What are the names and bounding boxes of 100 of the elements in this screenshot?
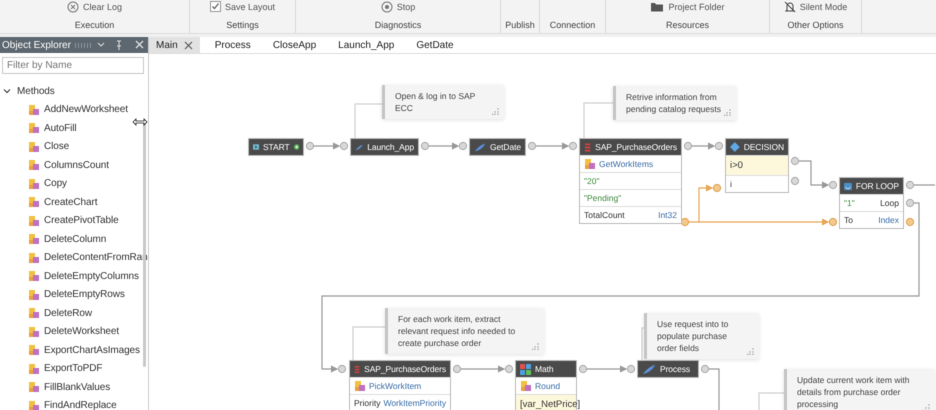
- diamond-icon: [730, 141, 740, 153]
- port-icon[interactable]: [712, 184, 722, 192]
- ribbon-button[interactable]: Clear Log: [64, 0, 124, 13]
- resize-grip-icon: [923, 404, 930, 410]
- row-text: "20": [584, 176, 600, 186]
- tree-item[interactable]: DeleteRow: [0, 304, 148, 322]
- row-text: TotalCount: [584, 210, 625, 220]
- port-icon[interactable]: [338, 364, 346, 374]
- tab[interactable]: Launch_App: [331, 37, 402, 53]
- tree-item[interactable]: ColumnsCount: [0, 156, 148, 174]
- tree-item[interactable]: DeleteContentFromRan: [0, 248, 148, 267]
- tree-item[interactable]: AutoFill: [0, 119, 148, 138]
- filter-field[interactable]: Filter by Name: [2, 57, 144, 74]
- comment-card[interactable]: Open & log in to SAP ECC: [382, 85, 504, 119]
- port-icon[interactable]: [828, 180, 838, 190]
- port-icon[interactable]: [568, 142, 578, 150]
- tree-item[interactable]: DeleteEmptyRows: [0, 286, 148, 304]
- row-text: WorkItemPriority: [383, 398, 446, 408]
- node-card[interactable]: SAP_PurchaseOrders GetWorkItems "20" "Pending" TotalCount Int32: [579, 138, 682, 224]
- tab[interactable]: Main: [149, 37, 200, 53]
- node-card[interactable]: Math Round [var_NetPrice]: [515, 360, 577, 410]
- node-header[interactable]: START: [249, 139, 303, 155]
- port-icon[interactable]: [684, 142, 692, 150]
- tree-item[interactable]: Copy: [0, 174, 148, 193]
- comment-text: For each work item, extract relevant request info needed to create purchase order: [398, 313, 516, 349]
- ribbon-button[interactable]: Stop: [378, 0, 418, 13]
- node-title: SAP_PurchaseOrders: [364, 364, 446, 374]
- comment-card[interactable]: Use request into to populate purchase order fields: [644, 313, 759, 359]
- method-icon: [28, 140, 40, 153]
- method-icon: [28, 214, 40, 227]
- port-icon[interactable]: [340, 142, 348, 150]
- tab[interactable]: Process: [208, 37, 258, 53]
- port-icon[interactable]: [790, 156, 800, 166]
- row-text: "Pending": [584, 193, 622, 203]
- tree-item[interactable]: CreatePivotTable: [0, 212, 148, 230]
- add-icon: [294, 142, 299, 152]
- node-card[interactable]: DECISION i>0 i: [725, 138, 789, 193]
- port-icon[interactable]: [306, 142, 314, 150]
- comment-card[interactable]: Retrive information from pending catalog requests: [613, 86, 736, 120]
- tree-item[interactable]: AddNewWorksheet: [0, 100, 148, 119]
- node-title: FOR LOOP: [856, 181, 899, 191]
- leader-line: [583, 102, 613, 138]
- method-icon: [28, 362, 40, 375]
- ribbon-button[interactable]: Silent Mode: [782, 0, 850, 13]
- port-icon[interactable]: [828, 218, 838, 226]
- tree-item[interactable]: CreateChart: [0, 193, 148, 212]
- comment-text: Open & log in to SAP ECC: [395, 90, 476, 114]
- node-header[interactable]: Launch_App: [351, 139, 418, 155]
- comment-text: Use request into to populate purchase order fields: [657, 318, 730, 354]
- port-icon[interactable]: [790, 176, 800, 186]
- port-icon[interactable]: [714, 142, 724, 150]
- connector-line: [314, 142, 340, 150]
- node-card[interactable]: FOR LOOP "1" Loop To Index: [839, 177, 904, 229]
- ribbon-button[interactable]: Project Folder: [648, 0, 727, 13]
- tree-item[interactable]: DeleteEmptyColumns: [0, 267, 148, 286]
- port-icon[interactable]: [578, 364, 588, 374]
- port-icon[interactable]: [700, 364, 710, 374]
- tree-item[interactable]: ExportChartAsImages: [0, 341, 148, 360]
- node-card[interactable]: SAP_PurchaseOrders PickWorkItem Priority WorkItemPriority: [349, 360, 451, 410]
- comment-card[interactable]: Update current work item with details from purchase order processing: [784, 369, 935, 410]
- tab[interactable]: CloseApp: [266, 37, 324, 53]
- port-icon[interactable]: [528, 142, 536, 150]
- comment-card[interactable]: For each work item, extract relevant request info needed to create purchase order: [385, 308, 544, 354]
- row-text: To: [844, 215, 853, 225]
- node-header[interactable]: Math: [516, 361, 576, 377]
- ribbon-button[interactable]: Save Layout: [208, 0, 278, 13]
- node-header[interactable]: SAP_PurchaseOrders: [350, 361, 450, 377]
- node-header[interactable]: Process: [638, 361, 698, 377]
- checkbox[interactable]: [210, 1, 221, 12]
- method-icon: [354, 380, 366, 392]
- tree-item[interactable]: ExportToPDF: [0, 360, 148, 378]
- method-icon: [28, 326, 40, 338]
- port-icon[interactable]: [626, 364, 636, 374]
- row-text: GetWorkItems: [599, 159, 654, 169]
- port-icon[interactable]: [420, 142, 430, 150]
- method-icon: [28, 104, 40, 116]
- tab[interactable]: GetDate: [409, 37, 461, 53]
- ribbon-group-label: Resources: [664, 20, 710, 32]
- node-header[interactable]: GetDate: [470, 139, 525, 155]
- method-icon: [28, 178, 40, 190]
- stack-icon: [584, 142, 592, 152]
- node-header[interactable]: DECISION: [726, 139, 788, 155]
- port-icon[interactable]: [458, 142, 468, 150]
- tree-item[interactable]: Close: [0, 138, 148, 156]
- row-text: Priority: [354, 398, 380, 408]
- row-text: i>0: [730, 160, 743, 171]
- tree-item[interactable]: DeleteColumn: [0, 230, 148, 248]
- node-header[interactable]: FOR LOOP: [840, 178, 903, 194]
- tree-item[interactable]: FillBlankValues: [0, 378, 148, 396]
- method-icon: [28, 400, 40, 410]
- method-icon: [28, 233, 40, 246]
- port-icon[interactable]: [504, 364, 514, 374]
- tree-item[interactable]: Methods: [0, 82, 148, 100]
- node-header[interactable]: SAP_PurchaseOrders: [580, 139, 681, 155]
- tree-item[interactable]: DeleteWorksheet: [0, 322, 148, 341]
- tree-item[interactable]: FindAndReplace: [0, 396, 148, 410]
- port-icon[interactable]: [452, 364, 462, 374]
- method-icon: [520, 380, 532, 392]
- port-icon[interactable]: [906, 218, 914, 226]
- ribbon-group-label: Publish: [504, 20, 536, 32]
